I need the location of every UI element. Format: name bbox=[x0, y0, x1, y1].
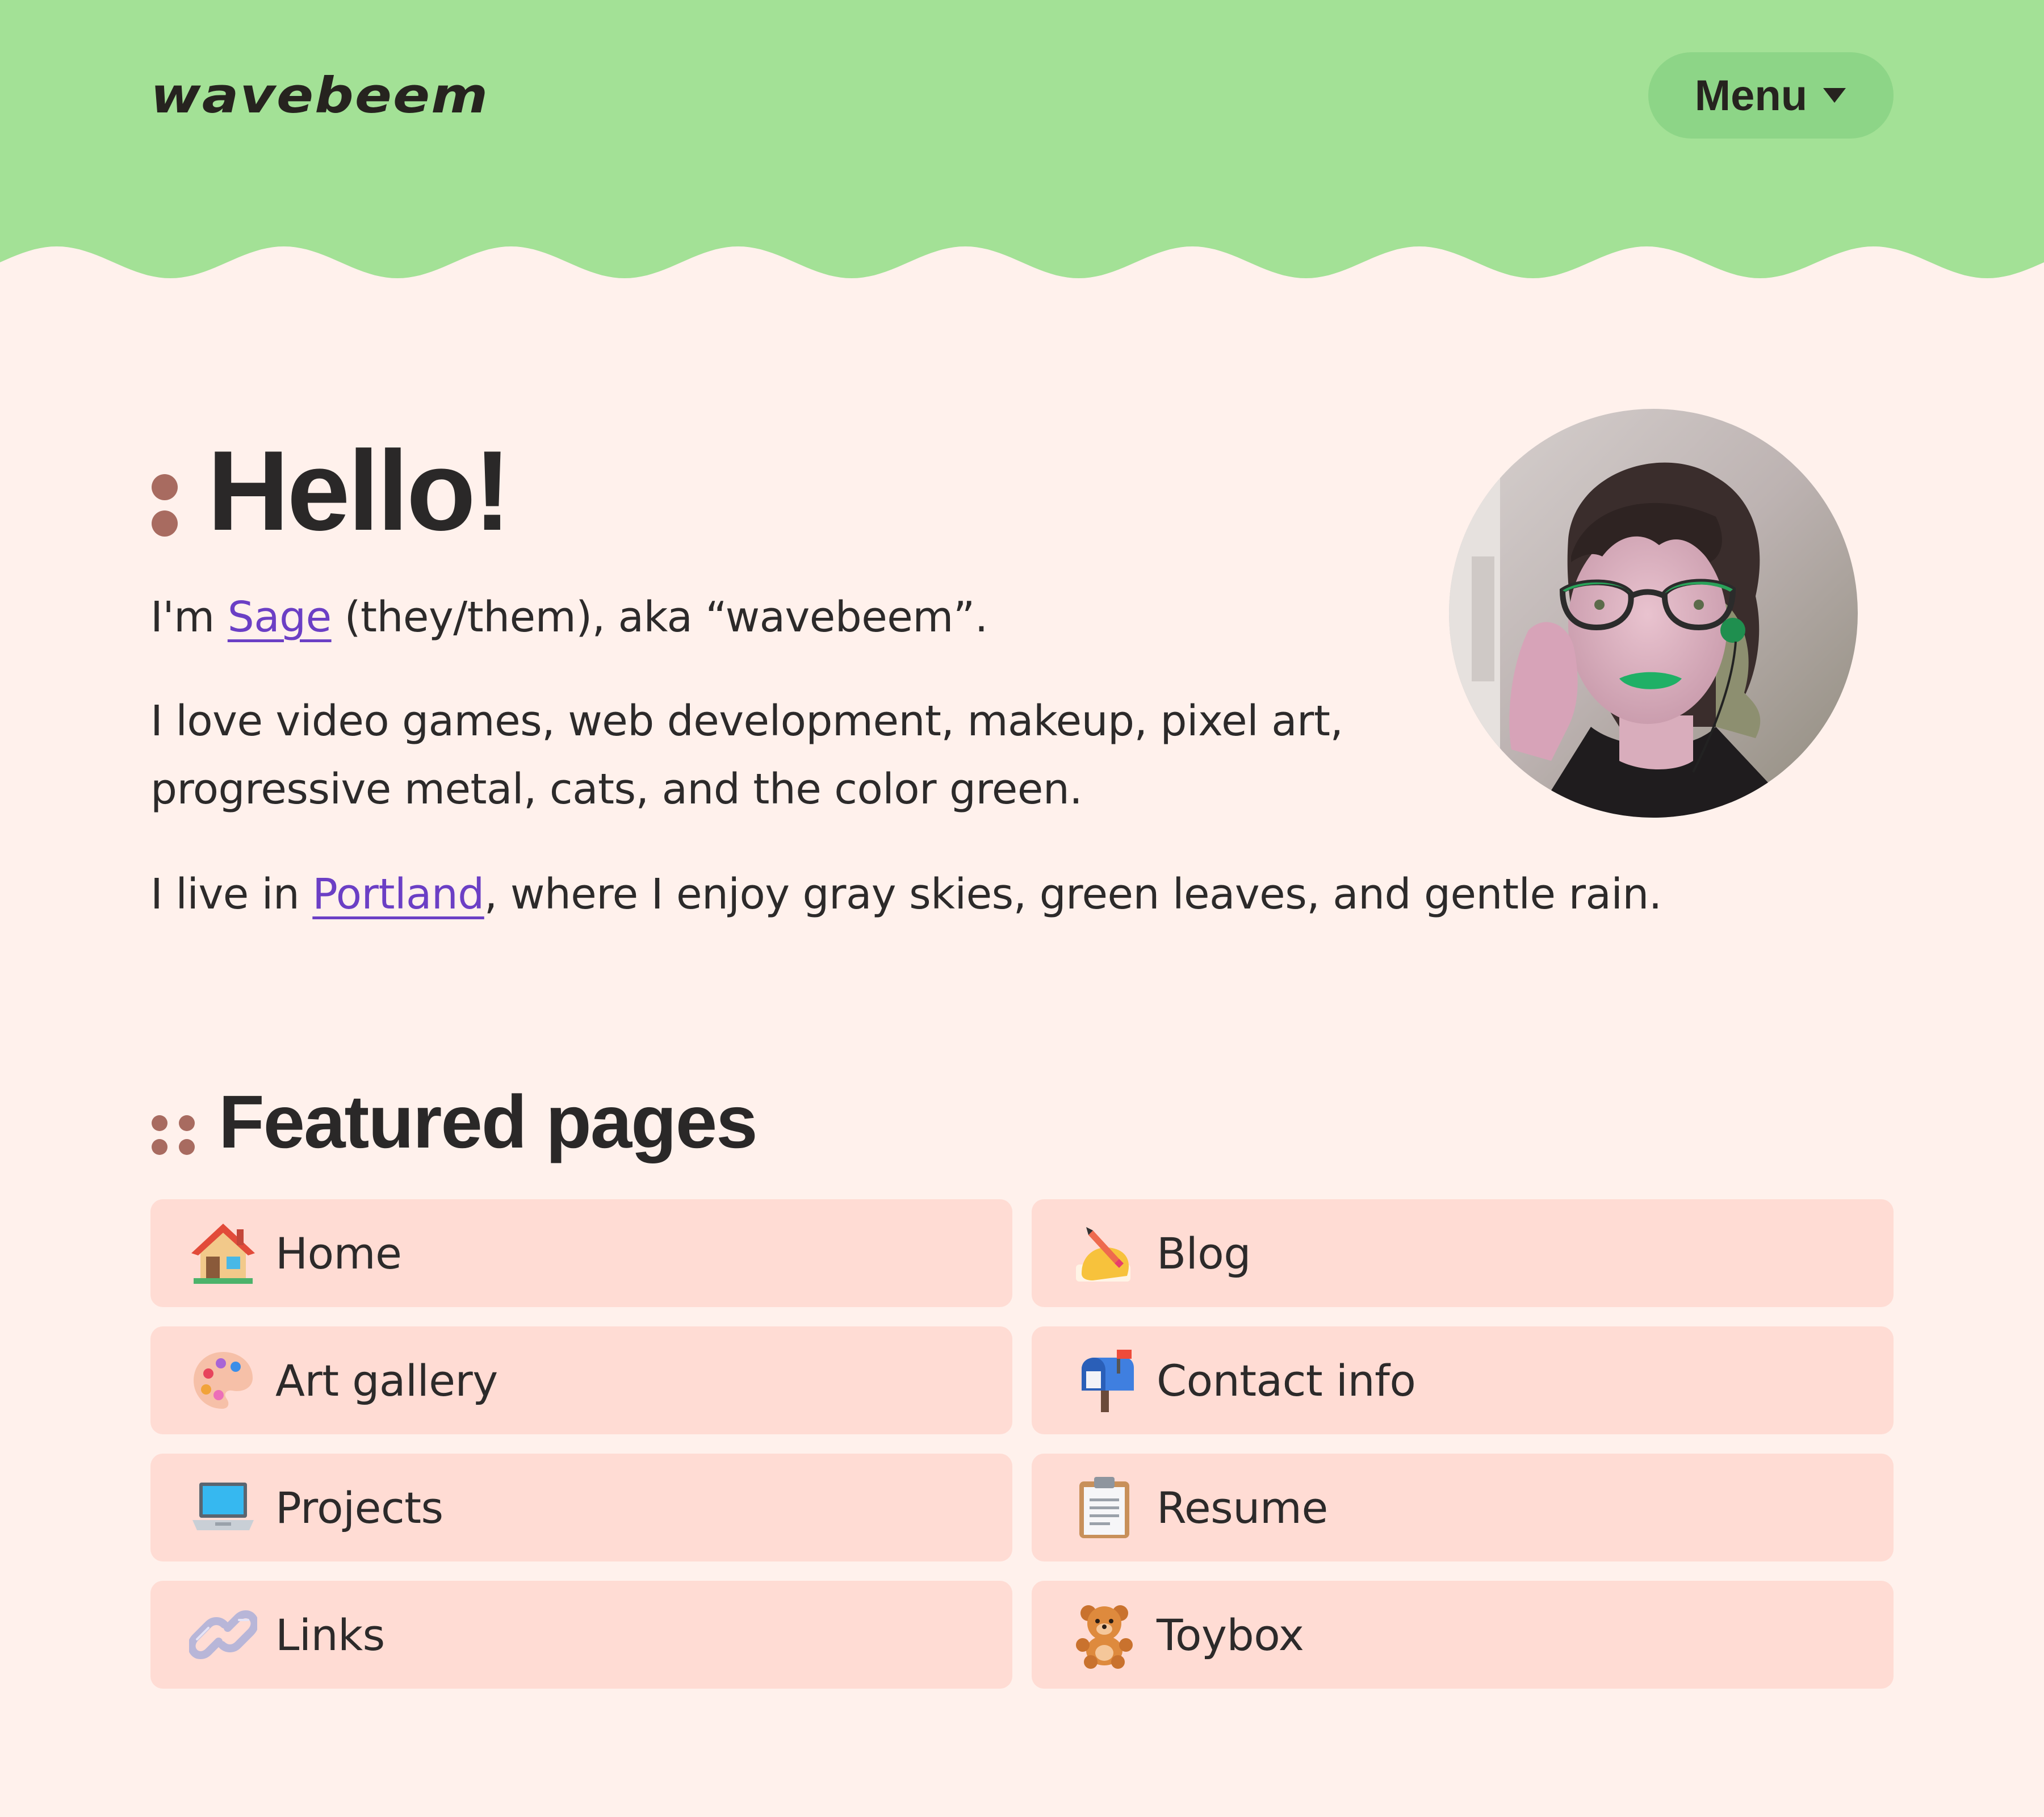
heading-bullet-icon bbox=[150, 434, 179, 548]
featured-pages-grid: Home Blog Art gallery Contact info Proje… bbox=[150, 1199, 1894, 1689]
location-suffix: , where I enjoy gray skies, green leaves… bbox=[484, 870, 1662, 919]
menu-button[interactable]: Menu bbox=[1648, 52, 1894, 139]
mailbox-icon bbox=[1070, 1346, 1138, 1414]
featured-link-art-gallery[interactable]: Art gallery bbox=[150, 1326, 1012, 1434]
featured-link-label: Links bbox=[275, 1609, 385, 1660]
writing-hand-icon bbox=[1070, 1219, 1138, 1287]
featured-link-label: Projects bbox=[275, 1482, 443, 1533]
laptop-icon bbox=[189, 1473, 257, 1542]
featured-link-toybox[interactable]: Toybox bbox=[1032, 1581, 1894, 1689]
intro-suffix: (they/them), aka “wavebeem”. bbox=[331, 593, 989, 642]
intro-prefix: I'm bbox=[150, 593, 228, 642]
caret-down-icon bbox=[1823, 88, 1846, 103]
featured-link-resume[interactable]: Resume bbox=[1032, 1454, 1894, 1561]
site-header: wavebeem Menu bbox=[0, 0, 2044, 284]
link-icon bbox=[189, 1601, 257, 1669]
sage-link[interactable]: Sage bbox=[228, 593, 332, 642]
portland-link[interactable]: Portland bbox=[312, 870, 484, 919]
featured-pages-heading: Featured pages bbox=[219, 1080, 758, 1163]
featured-heading-row: Featured pages bbox=[150, 1079, 758, 1165]
featured-link-links[interactable]: Links bbox=[150, 1581, 1012, 1689]
interests-paragraph: I love video games, web development, mak… bbox=[150, 697, 1343, 814]
featured-link-label: Home bbox=[275, 1228, 402, 1279]
header-wave-background bbox=[0, 0, 2044, 278]
avatar bbox=[1449, 409, 1858, 818]
page-title: Hello! bbox=[207, 428, 512, 554]
site-logo[interactable]: wavebeem bbox=[150, 67, 489, 124]
featured-link-label: Resume bbox=[1157, 1482, 1328, 1533]
double-heading-bullet-icon bbox=[150, 1082, 196, 1162]
house-icon bbox=[189, 1219, 257, 1287]
featured-link-label: Contact info bbox=[1157, 1355, 1416, 1406]
featured-link-home[interactable]: Home bbox=[150, 1199, 1012, 1307]
featured-link-contact-info[interactable]: Contact info bbox=[1032, 1326, 1894, 1434]
featured-link-label: Toybox bbox=[1157, 1609, 1304, 1660]
hello-heading-row: Hello! bbox=[150, 426, 512, 556]
featured-link-blog[interactable]: Blog bbox=[1032, 1199, 1894, 1307]
location-prefix: I live in bbox=[150, 870, 313, 919]
palette-icon bbox=[189, 1346, 257, 1414]
location-paragraph: I live in Portland, where I enjoy gray s… bbox=[150, 860, 1911, 928]
clipboard-icon bbox=[1070, 1473, 1138, 1542]
profile-photo bbox=[1449, 409, 1858, 818]
featured-link-label: Art gallery bbox=[275, 1355, 498, 1406]
intro-paragraph: I'm Sage (they/them), aka “wavebeem”. bbox=[150, 583, 1513, 651]
teddy-bear-icon bbox=[1070, 1601, 1138, 1669]
featured-link-projects[interactable]: Projects bbox=[150, 1454, 1012, 1561]
menu-button-label: Menu bbox=[1694, 71, 1808, 120]
featured-link-label: Blog bbox=[1157, 1228, 1251, 1279]
